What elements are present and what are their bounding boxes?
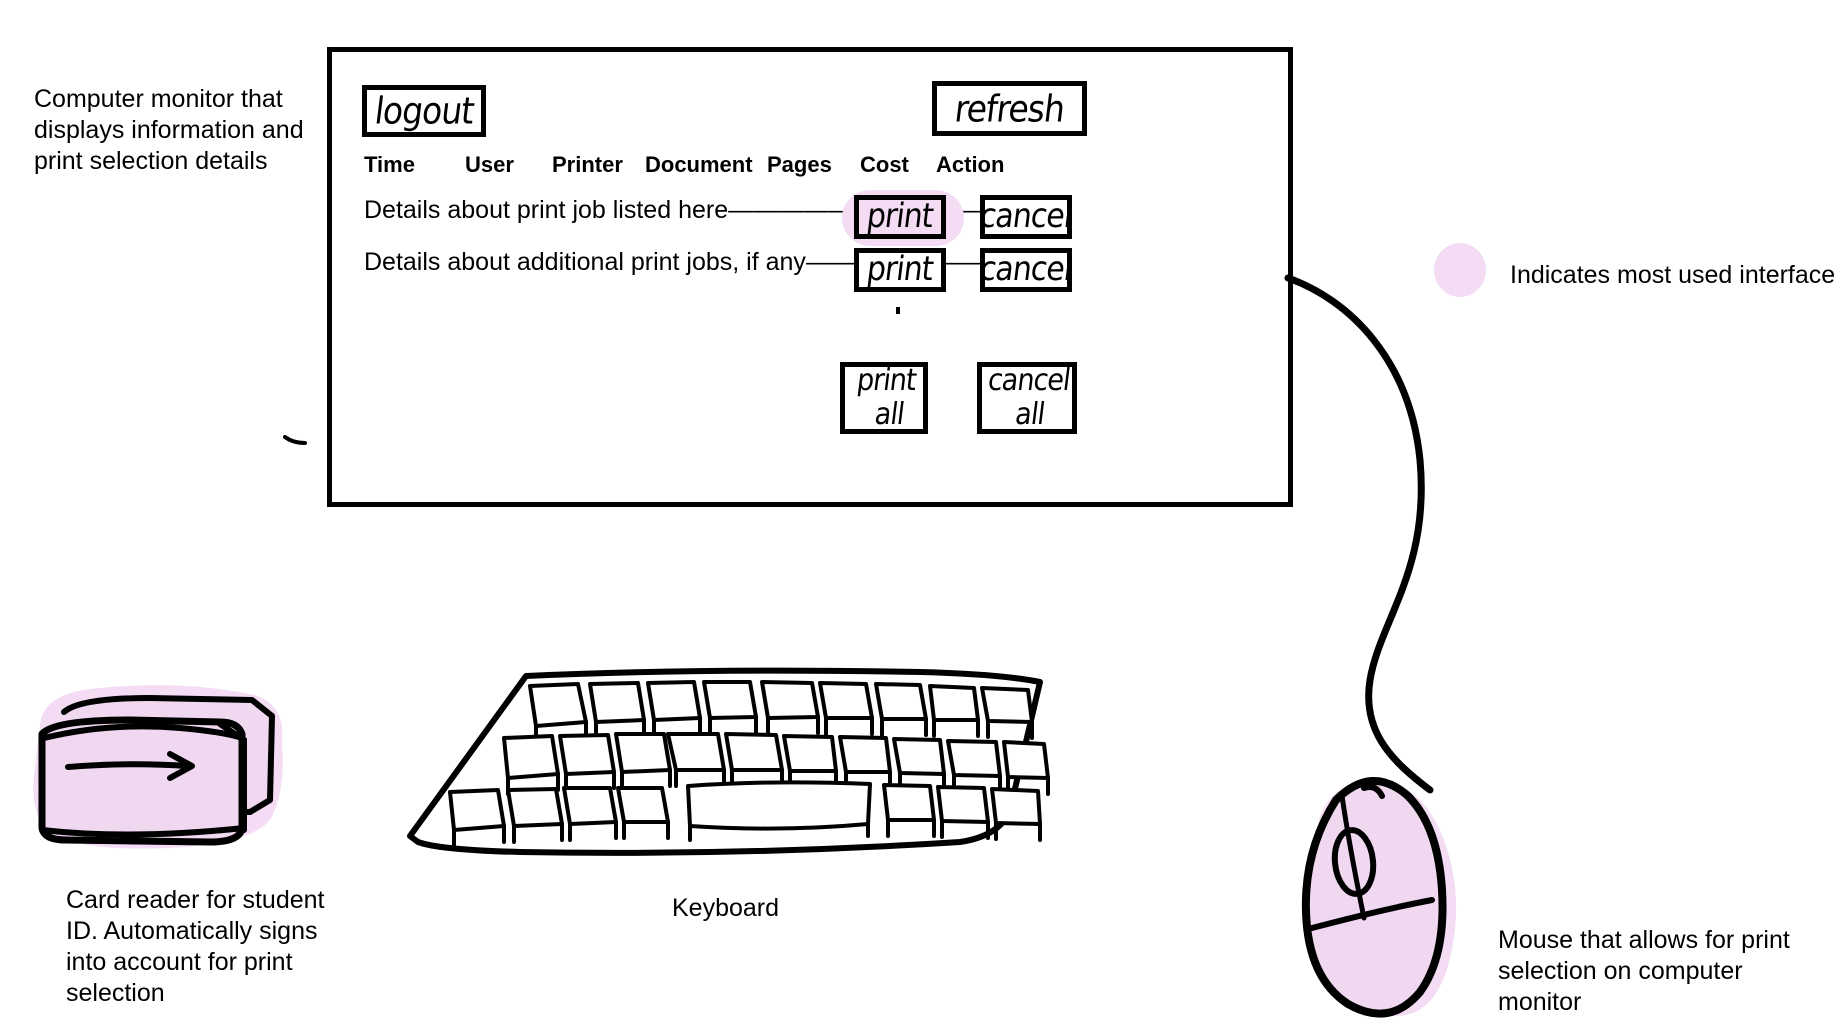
cancel-button-row-1[interactable]: cancel: [978, 248, 1075, 292]
card-reader-device: [33, 685, 283, 849]
mouse-cord: [1284, 274, 1434, 794]
column-header-action: Action: [936, 152, 1005, 177]
mouse-device: [1301, 777, 1457, 1018]
logout-button-label: logout: [372, 88, 476, 133]
cancel-all-button-label-line2: all: [1013, 396, 1047, 432]
logout-button[interactable]: logout: [362, 85, 486, 137]
column-header-cost: Cost: [860, 152, 909, 177]
keyboard-device: [407, 667, 1050, 856]
print-all-button-label-line2: all: [872, 396, 906, 432]
cancel-all-button[interactable]: cancel all: [977, 362, 1077, 434]
print-queue-table-header: Time User Printer Document Pages Cost Ac…: [332, 152, 1288, 178]
print-button-row-1-label: print: [864, 249, 936, 290]
annotation-card-reader: Card reader for student ID. Automaticall…: [66, 886, 325, 1007]
cancel-button-row-1-label: cancel: [978, 249, 1075, 290]
print-button-row-1[interactable]: print: [854, 248, 946, 292]
print-all-button-label-line1: print: [854, 363, 918, 398]
column-header-document: Document: [645, 152, 753, 177]
cancel-button-row-0-label: cancel: [978, 196, 1075, 237]
stray-ink-dot: [896, 307, 900, 314]
column-header-time: Time: [364, 152, 415, 177]
refresh-button-label: refresh: [952, 86, 1067, 130]
cancel-all-button-label-line1: cancel: [986, 363, 1072, 398]
print-button-row-0-label: print: [864, 196, 936, 237]
print-all-button[interactable]: print all: [840, 362, 928, 434]
column-header-printer: Printer: [552, 152, 623, 177]
stray-pen-mark: [283, 435, 307, 445]
column-header-pages: Pages: [767, 152, 832, 177]
computer-monitor-screen: logout refresh Time User Printer Documen…: [327, 47, 1293, 507]
annotation-monitor: Computer monitor that displays informati…: [34, 85, 304, 175]
column-header-user: User: [465, 152, 514, 177]
print-button-row-0[interactable]: print: [854, 195, 946, 239]
cancel-button-row-0[interactable]: cancel: [978, 195, 1075, 239]
legend-label-most-used: Indicates most used interface: [1510, 261, 1836, 289]
wireframe-canvas: Computer monitor that displays informati…: [0, 0, 1848, 1030]
annotation-keyboard: Keyboard: [672, 894, 780, 922]
print-job-row-1-text: Details about additional print jobs, if …: [364, 248, 806, 276]
refresh-button[interactable]: refresh: [932, 81, 1087, 136]
annotation-mouse: Mouse that allows for print selection on…: [1498, 926, 1790, 1016]
print-job-row-0-text: Details about print job listed here: [364, 196, 729, 224]
